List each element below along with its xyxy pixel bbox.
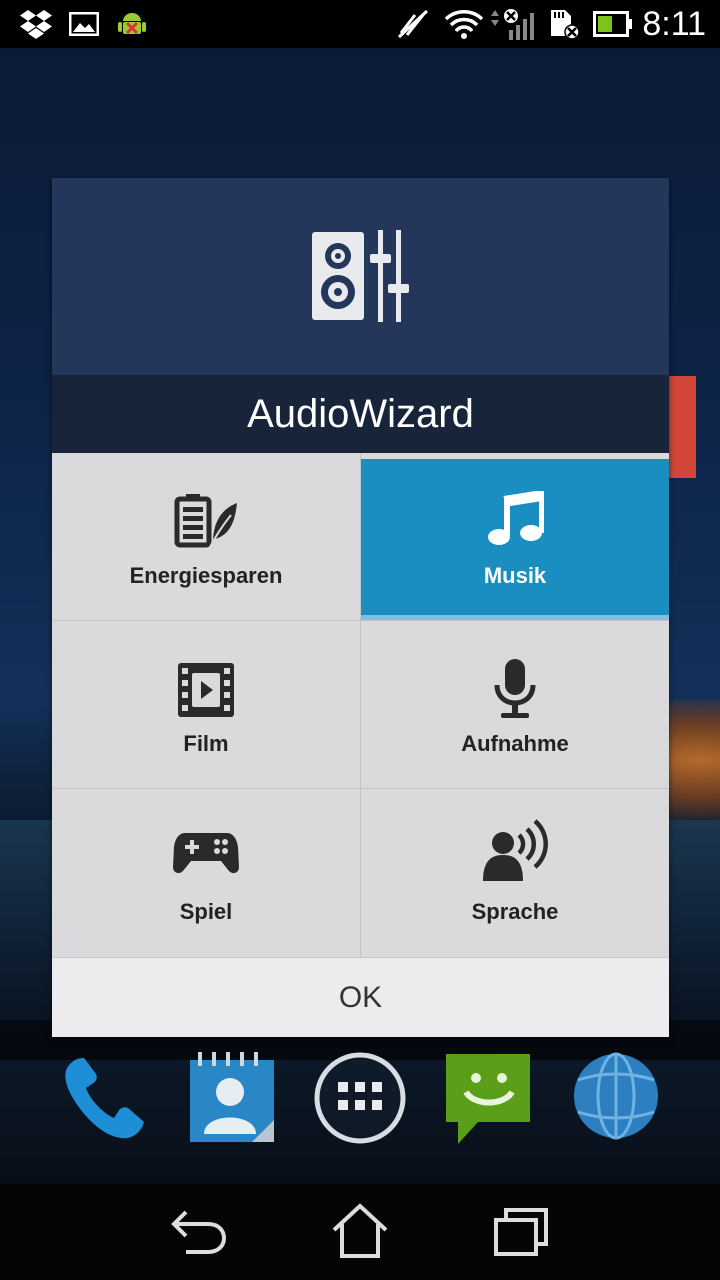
- grid-divider: [52, 788, 669, 789]
- sound-mode-grid: Energiesparen Musik Film Aufnahme Spiel …: [52, 453, 669, 957]
- no-sound-icon: [396, 8, 432, 40]
- microphone-icon: [494, 659, 536, 718]
- image-icon: [68, 8, 100, 40]
- mode-label: Spiel: [179, 899, 233, 924]
- mode-label: Film: [183, 731, 229, 756]
- wifi-icon: [442, 8, 486, 40]
- dialog-header: [52, 178, 669, 375]
- signal-icon: [486, 8, 540, 40]
- mode-energiesparen[interactable]: Energiesparen: [52, 453, 360, 620]
- dialog-title: AudioWizard: [52, 375, 669, 453]
- grid-divider: [52, 620, 669, 621]
- back-icon[interactable]: [168, 1200, 232, 1264]
- mode-sprache[interactable]: Sprache: [361, 789, 669, 956]
- grid-divider: [360, 453, 361, 957]
- dropbox-icon: [18, 8, 54, 40]
- gamepad-icon: [173, 833, 239, 874]
- battery-leaf-icon: [174, 494, 237, 549]
- mode-label: Sprache: [471, 899, 559, 924]
- mode-aufnahme[interactable]: Aufnahme: [361, 621, 669, 788]
- mode-spiel[interactable]: Spiel: [52, 789, 360, 956]
- home-icon[interactable]: [328, 1200, 392, 1264]
- messaging-icon[interactable]: [442, 1050, 538, 1146]
- android-debug-icon: [116, 8, 148, 40]
- mode-label: Aufnahme: [461, 731, 569, 756]
- browser-icon[interactable]: [572, 1050, 668, 1146]
- battery-icon: [592, 8, 634, 40]
- ok-button[interactable]: OK: [52, 957, 669, 1037]
- clock: 8:11: [642, 5, 706, 43]
- speaker-mixer-icon: [312, 230, 409, 322]
- film-icon: [178, 663, 234, 717]
- phone-icon[interactable]: [56, 1050, 152, 1146]
- status-bar: 8:11: [0, 0, 720, 48]
- mode-film[interactable]: Film: [52, 621, 360, 788]
- music-note-icon: [488, 491, 544, 545]
- audiowizard-dialog: AudioWizard Energiesparen Musik Film Auf…: [52, 178, 669, 1037]
- speaking-person-icon: [483, 819, 548, 881]
- contacts-icon[interactable]: [186, 1050, 282, 1146]
- mode-label: Energiesparen: [129, 563, 283, 588]
- app-drawer-icon[interactable]: [312, 1050, 408, 1146]
- recent-apps-icon[interactable]: [490, 1200, 554, 1264]
- sd-card-icon: [546, 8, 582, 40]
- mode-musik[interactable]: Musik: [361, 459, 669, 620]
- mode-label: Musik: [483, 563, 547, 588]
